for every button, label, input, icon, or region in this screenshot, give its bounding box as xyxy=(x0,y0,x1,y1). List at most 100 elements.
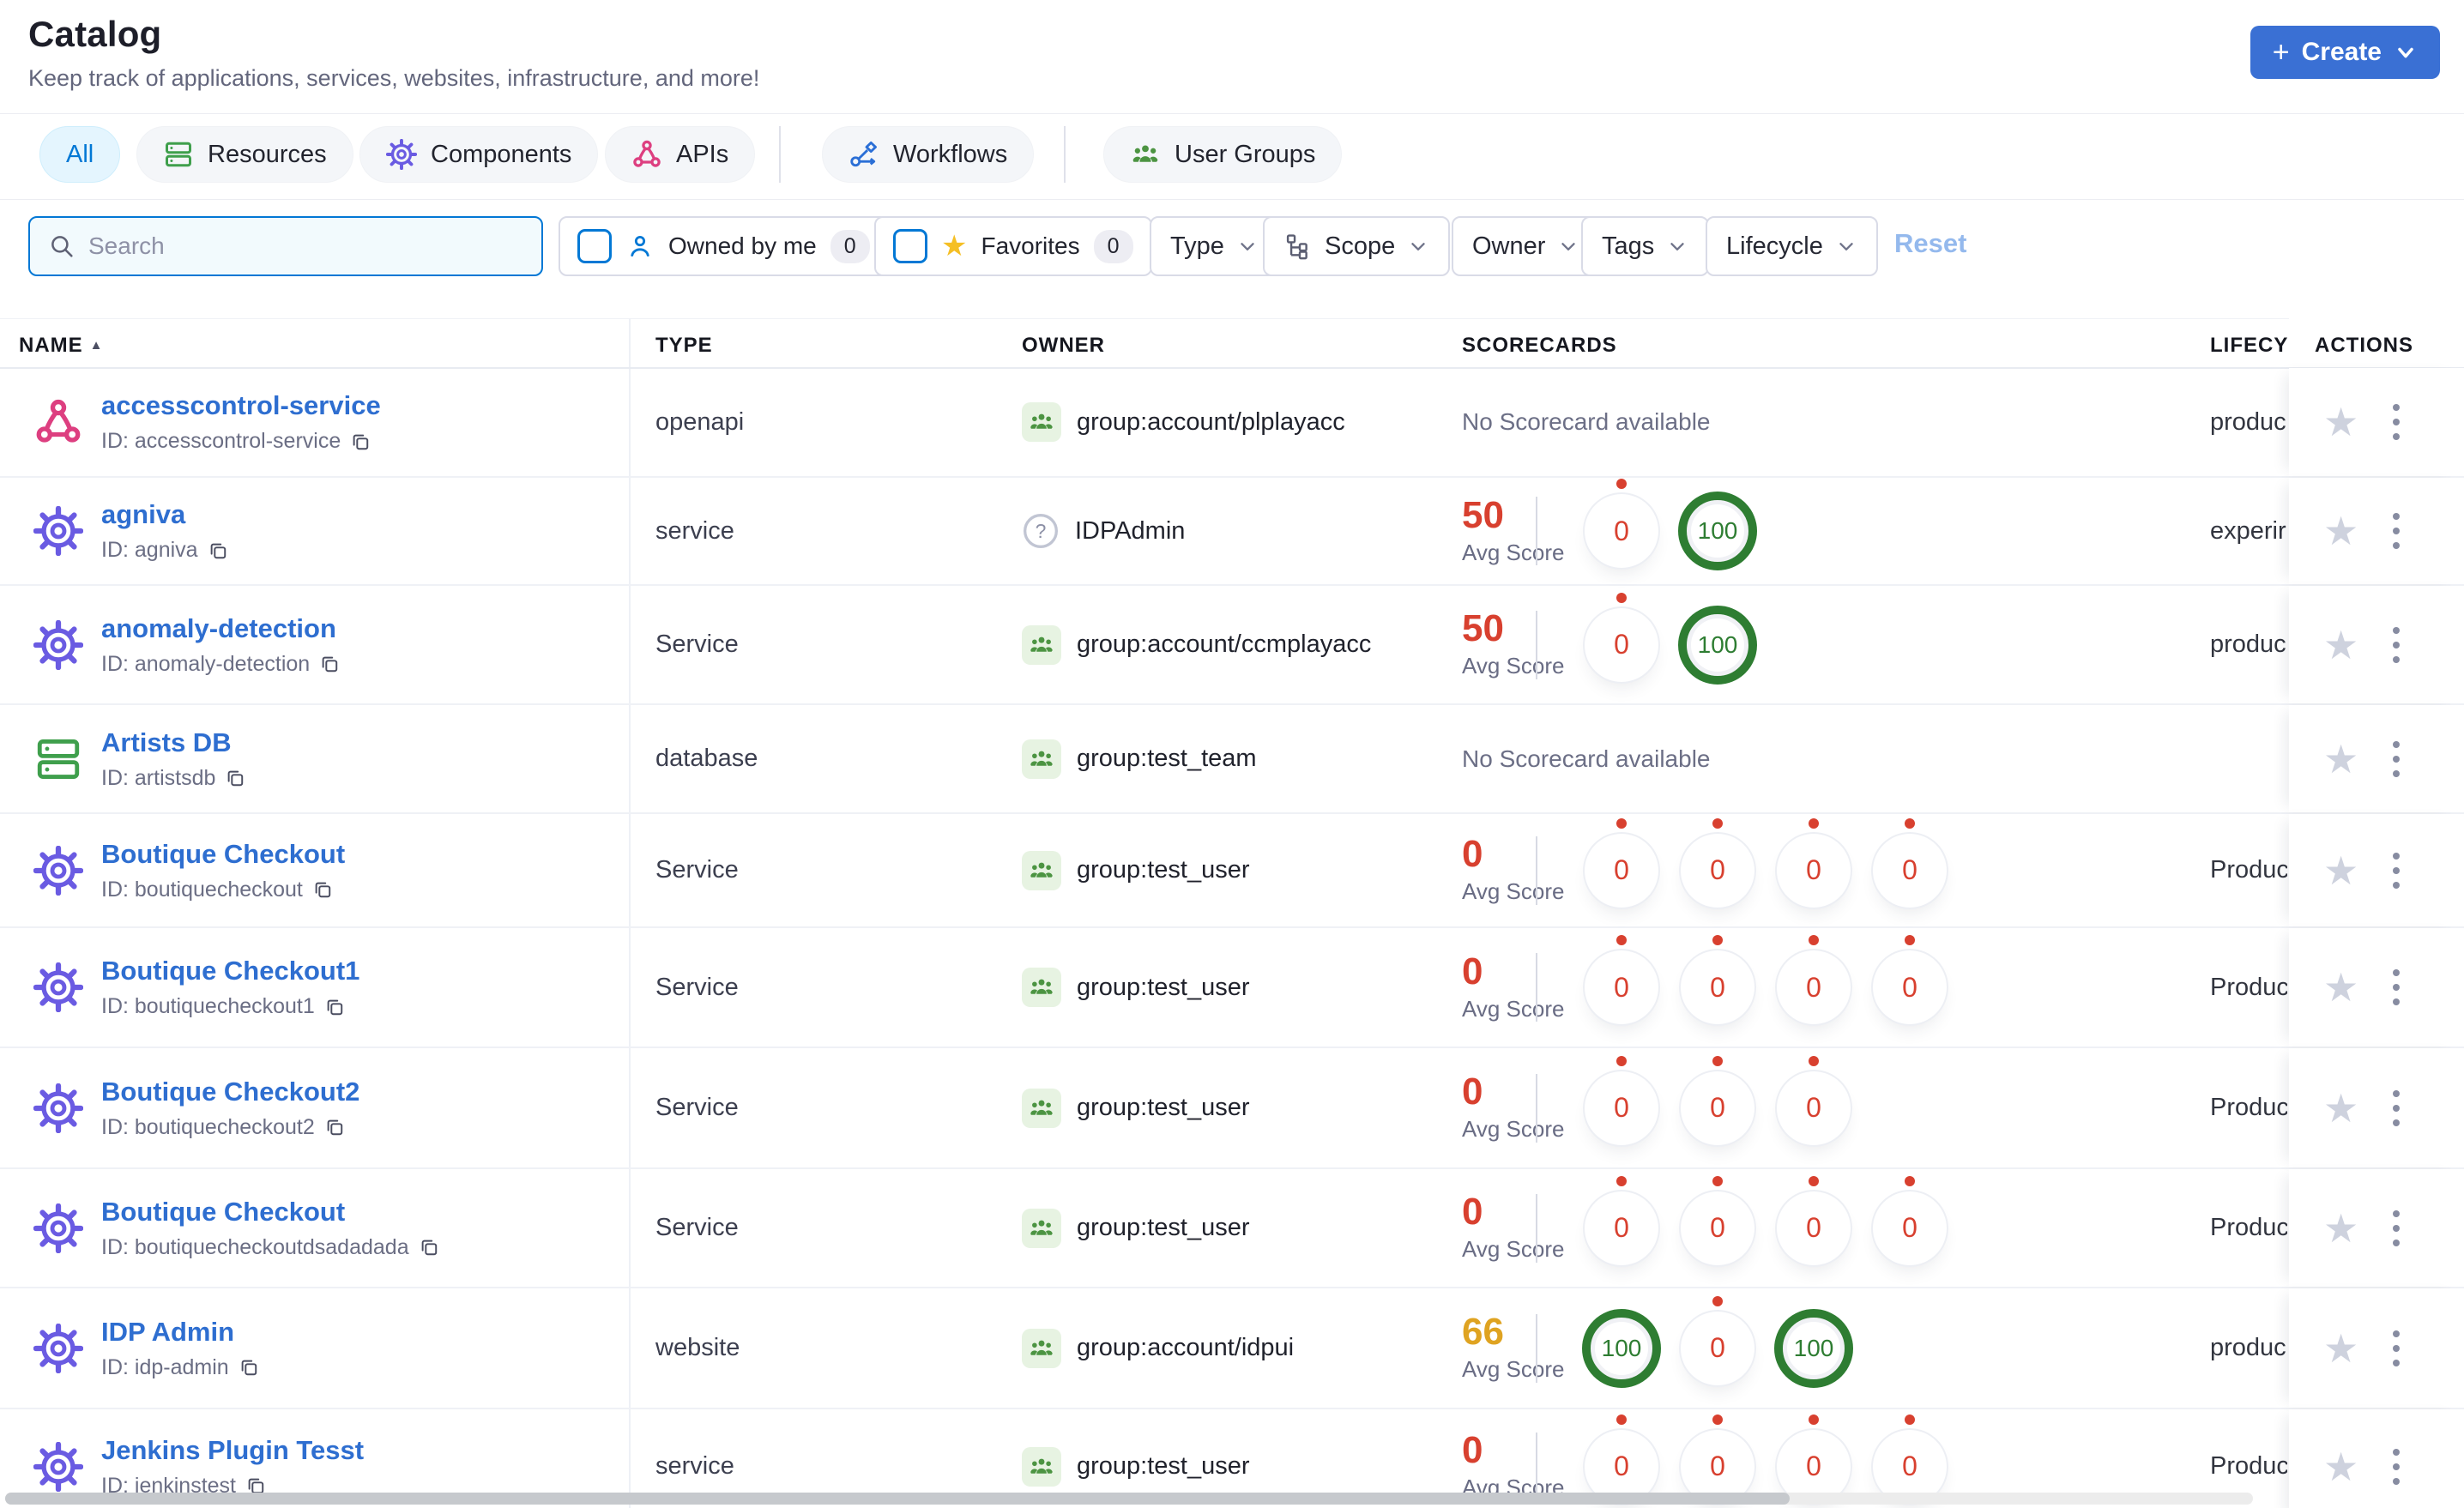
owned-by-me-filter[interactable]: Owned by me 0 xyxy=(559,216,889,276)
scorecard-score-ring[interactable]: 0 xyxy=(1590,1434,1653,1499)
scorecard-circles: 0 0 0 0 xyxy=(1573,1196,1958,1260)
favorite-star-button[interactable]: ★ xyxy=(2323,739,2358,779)
favorite-star-button[interactable]: ★ xyxy=(2323,625,2358,665)
entity-name-link[interactable]: Boutique Checkout1 xyxy=(101,956,359,986)
favorites-checkbox[interactable] xyxy=(893,229,927,263)
favorite-star-button[interactable]: ★ xyxy=(2323,968,2358,1007)
entity-name-link[interactable]: anomaly-detection xyxy=(101,613,341,644)
scorecard-score-ring[interactable]: 100 xyxy=(1678,605,1757,685)
tab-apis[interactable]: APIs xyxy=(605,126,756,183)
scorecard-score-ring[interactable]: 0 xyxy=(1590,1076,1653,1140)
chevron-down-icon xyxy=(1236,235,1259,257)
reset-filters-button[interactable]: Reset xyxy=(1894,228,1966,259)
favorite-star-button[interactable]: ★ xyxy=(2323,511,2358,551)
avg-score-label: Avg Score xyxy=(1462,653,1565,679)
type-cell: Service xyxy=(655,973,739,1001)
tab-all[interactable]: All xyxy=(39,126,121,183)
column-header-type[interactable]: TYPE xyxy=(655,334,713,358)
scorecard-circle-cell: 0 xyxy=(1670,838,1766,902)
copy-icon[interactable] xyxy=(238,1356,260,1378)
owner-label: group:test_user xyxy=(1077,1094,1250,1121)
scorecard-score-ring[interactable]: 0 xyxy=(1590,956,1653,1019)
row-menu-button[interactable] xyxy=(2388,1085,2405,1131)
entity-name-link[interactable]: accesscontrol-service xyxy=(101,390,381,421)
row-menu-button[interactable] xyxy=(2388,847,2405,894)
favorite-star-button[interactable]: ★ xyxy=(2323,1329,2358,1368)
scorecard-score-ring[interactable]: 0 xyxy=(1686,1196,1749,1260)
horizontal-scrollbar-thumb[interactable] xyxy=(5,1493,1790,1505)
favorite-star-button[interactable]: ★ xyxy=(2323,402,2358,442)
scorecard-score-ring[interactable]: 0 xyxy=(1686,1076,1749,1140)
favorite-star-button[interactable]: ★ xyxy=(2323,1209,2358,1248)
scorecard-score-ring[interactable]: 0 xyxy=(1686,838,1749,902)
scorecard-score-ring[interactable]: 0 xyxy=(1686,1434,1749,1499)
row-menu-button[interactable] xyxy=(2388,736,2405,782)
scorecard-score-ring[interactable]: 0 xyxy=(1590,838,1653,902)
row-menu-button[interactable] xyxy=(2388,964,2405,1010)
type-filter-dropdown[interactable]: Type xyxy=(1150,216,1279,276)
entity-name-link[interactable]: Boutique Checkout xyxy=(101,1197,440,1228)
copy-icon[interactable] xyxy=(418,1236,440,1258)
favorites-filter[interactable]: ★ Favorites 0 xyxy=(874,216,1152,276)
horizontal-scrollbar[interactable] xyxy=(5,1493,2253,1505)
scorecard-score-ring[interactable]: 0 xyxy=(1878,1434,1942,1499)
scorecard-score-ring[interactable]: 0 xyxy=(1782,1196,1845,1260)
scope-filter-dropdown[interactable]: Scope xyxy=(1263,216,1451,276)
search-input[interactable] xyxy=(76,218,541,274)
tab-workflows[interactable]: Workflows xyxy=(822,126,1035,183)
tab-resources[interactable]: Resources xyxy=(136,126,353,183)
entity-name-link[interactable]: IDP Admin xyxy=(101,1317,260,1348)
lifecycle-filter-dropdown[interactable]: Lifecycle xyxy=(1706,216,1878,276)
copy-icon[interactable] xyxy=(311,878,334,901)
row-menu-button[interactable] xyxy=(2388,622,2405,668)
scorecard-score-ring[interactable]: 0 xyxy=(1878,956,1942,1019)
copy-icon[interactable] xyxy=(224,767,246,789)
scorecard-score-ring[interactable]: 0 xyxy=(1878,838,1942,902)
column-header-lifecycle[interactable]: LIFECYC xyxy=(2210,334,2289,358)
owner-label: group:account/plplayacc xyxy=(1077,407,1345,436)
scorecard-score-ring[interactable]: 0 xyxy=(1782,838,1845,902)
copy-icon[interactable] xyxy=(207,540,229,562)
avg-score-value: 50 xyxy=(1462,607,1504,649)
favorite-star-button[interactable]: ★ xyxy=(2323,1447,2358,1487)
scorecard-score-ring[interactable]: 0 xyxy=(1782,1076,1845,1140)
create-button[interactable]: + Create xyxy=(2250,26,2440,79)
scorecard-score-ring[interactable]: 100 xyxy=(1582,1308,1661,1388)
tab-user-groups[interactable]: User Groups xyxy=(1103,126,1343,183)
row-menu-button[interactable] xyxy=(2388,1325,2405,1372)
copy-icon[interactable] xyxy=(323,996,346,1018)
copy-icon[interactable] xyxy=(323,1116,346,1138)
row-menu-button[interactable] xyxy=(2388,1444,2405,1490)
scorecard-score-ring[interactable]: 100 xyxy=(1678,492,1757,570)
scorecard-score-ring[interactable]: 100 xyxy=(1774,1308,1853,1388)
group-icon xyxy=(1022,850,1061,890)
scorecard-score-ring[interactable]: 0 xyxy=(1782,956,1845,1019)
entity-name-link[interactable]: Boutique Checkout2 xyxy=(101,1077,359,1107)
scorecard-score-ring[interactable]: 0 xyxy=(1590,499,1653,563)
scorecard-score-ring[interactable]: 0 xyxy=(1782,1434,1845,1499)
owner-filter-dropdown[interactable]: Owner xyxy=(1452,216,1601,276)
tags-filter-dropdown[interactable]: Tags xyxy=(1581,216,1710,276)
entity-name-link[interactable]: Boutique Checkout xyxy=(101,839,345,870)
entity-name-link[interactable]: Jenkins Plugin Tesst xyxy=(101,1435,364,1466)
row-menu-button[interactable] xyxy=(2388,1205,2405,1252)
scorecard-score-ring[interactable]: 0 xyxy=(1590,612,1653,677)
row-menu-button[interactable] xyxy=(2388,508,2405,554)
scorecard-score-ring[interactable]: 0 xyxy=(1590,1196,1653,1260)
copy-icon[interactable] xyxy=(349,431,371,453)
row-menu-button[interactable] xyxy=(2388,399,2405,445)
copy-icon[interactable] xyxy=(318,653,341,675)
column-header-name[interactable]: NAME ▲ xyxy=(19,334,104,358)
scorecard-score-ring[interactable]: 0 xyxy=(1686,956,1749,1019)
scorecard-score-ring[interactable]: 0 xyxy=(1878,1196,1942,1260)
entity-name-link[interactable]: Artists DB xyxy=(101,727,246,758)
tab-components[interactable]: Components xyxy=(359,126,599,183)
scorecard-score-ring[interactable]: 0 xyxy=(1686,1316,1749,1380)
owned-by-me-checkbox[interactable] xyxy=(577,229,612,263)
column-header-scorecards[interactable]: SCORECARDS xyxy=(1462,334,1617,358)
favorite-star-button[interactable]: ★ xyxy=(2323,851,2358,890)
entity-name-link[interactable]: agniva xyxy=(101,499,229,530)
avg-score-label: Avg Score xyxy=(1462,1356,1565,1382)
favorite-star-button[interactable]: ★ xyxy=(2323,1089,2358,1128)
column-header-owner[interactable]: OWNER xyxy=(1022,334,1105,358)
